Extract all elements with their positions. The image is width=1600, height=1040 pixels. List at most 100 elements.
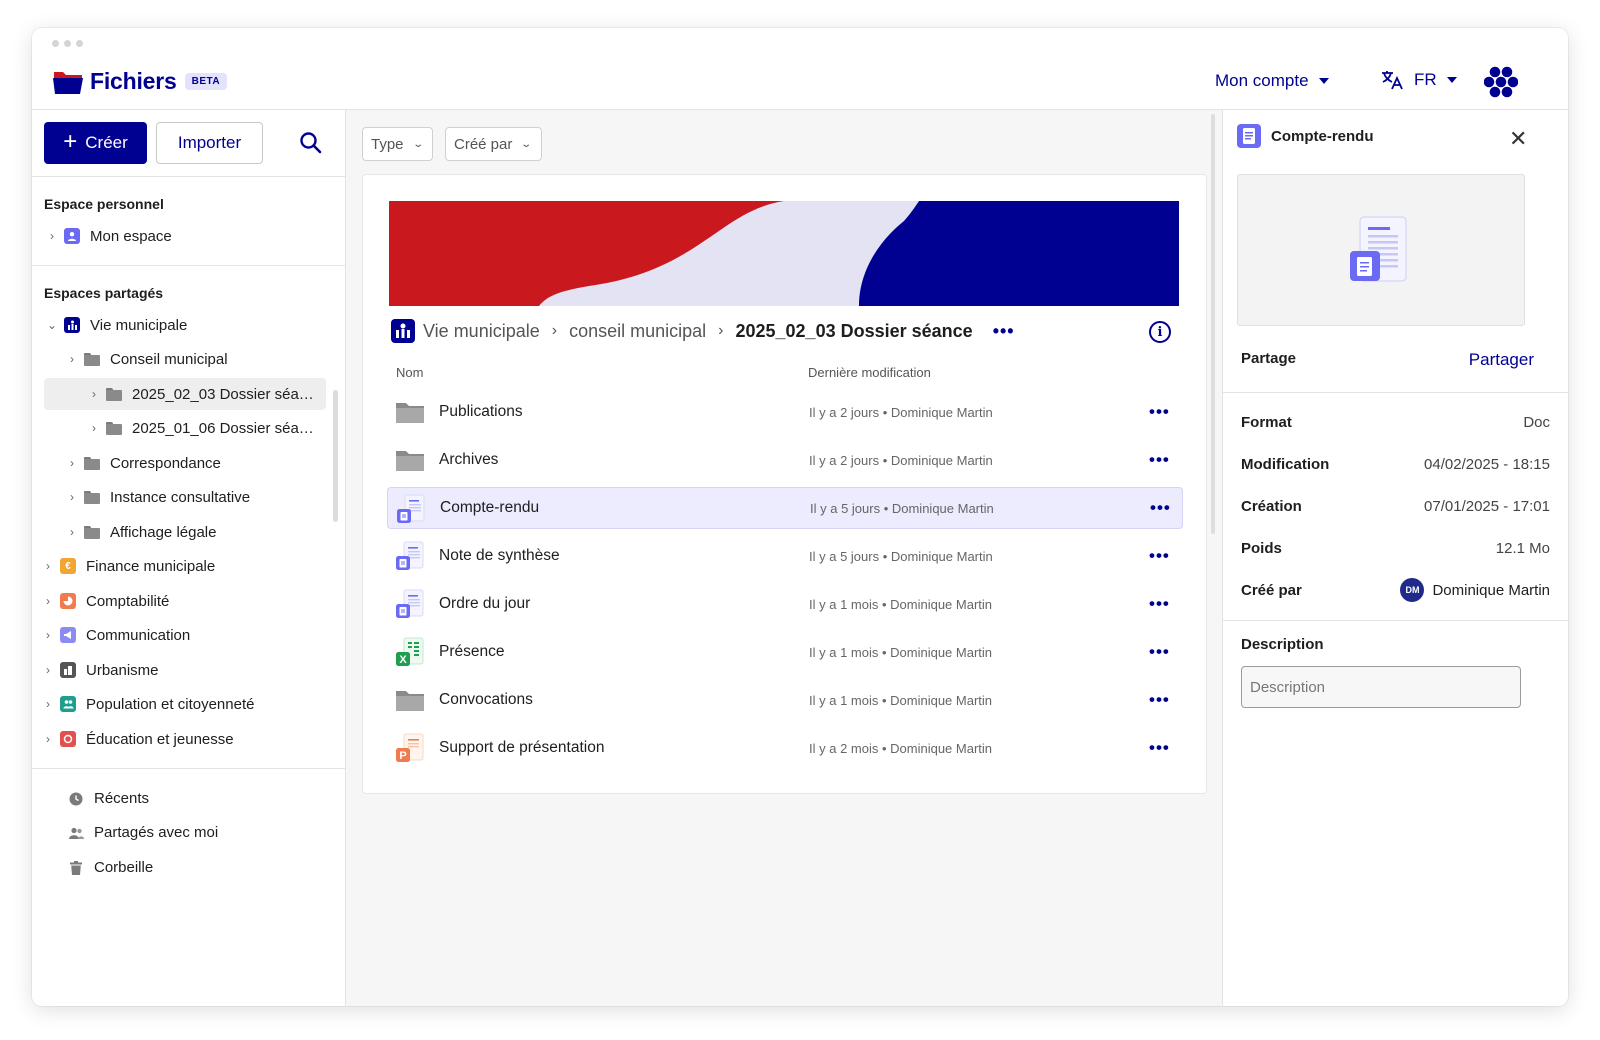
account-label: Mon compte	[1215, 71, 1309, 90]
sidebar-item-finance-municipale[interactable]: › € Finance municipale	[40, 550, 322, 582]
file-row[interactable]: X Présence Il y a 1 mois • Dominique Marti…	[387, 631, 1183, 673]
more-options-icon[interactable]: •••	[1149, 642, 1170, 662]
more-options-icon[interactable]: •••	[1149, 690, 1170, 710]
app-logo[interactable]: Fichiers BETA	[52, 68, 228, 95]
description-input[interactable]	[1241, 666, 1521, 708]
file-name: Note de synthèse	[439, 547, 560, 564]
chevron-right-icon[interactable]: ›	[40, 732, 56, 746]
nav-recents[interactable]: Récents	[68, 790, 149, 807]
sidebar-item-urbanisme[interactable]: › Urbanisme	[40, 654, 322, 686]
nav-trash[interactable]: Corbeille	[68, 859, 153, 876]
account-menu[interactable]: Mon compte	[1215, 71, 1329, 91]
sidebar-item-education[interactable]: › Éducation et jeunesse	[40, 723, 322, 755]
folder-icon	[84, 352, 100, 366]
more-options-icon[interactable]: •••	[1149, 402, 1170, 422]
created-by-name: Dominique Martin	[1432, 581, 1550, 599]
folder-logo-icon	[53, 71, 83, 94]
chevron-right-icon[interactable]: ›	[40, 594, 56, 608]
more-options-icon[interactable]: •••	[1149, 450, 1170, 470]
search-icon[interactable]	[298, 130, 324, 156]
sidebar-item-conseil-municipal[interactable]: › Conseil municipal	[44, 343, 326, 375]
sidebar-item-dossier-2025-02-03[interactable]: › 2025_02_03 Dossier séance	[44, 378, 326, 410]
nav-shared-with-me[interactable]: Partagés avec moi	[68, 824, 218, 841]
chevron-right-icon[interactable]: ›	[86, 421, 102, 435]
caret-down-icon	[1318, 78, 1329, 84]
file-preview	[1237, 174, 1525, 326]
translate-icon	[1382, 71, 1403, 90]
apps-grid-icon[interactable]	[1484, 66, 1518, 98]
sidebar-item-correspondance[interactable]: › Correspondance	[44, 447, 326, 479]
chevron-down-icon[interactable]: ⌄	[44, 318, 60, 332]
filter-type[interactable]: Type ⌄	[362, 127, 433, 161]
document-icon	[395, 541, 425, 571]
sidebar-item-population[interactable]: › Population et citoyenneté	[40, 688, 322, 720]
more-options-icon[interactable]: •••	[1149, 546, 1170, 566]
file-name: Présence	[439, 643, 505, 660]
filter-created-by[interactable]: Créé par ⌄	[445, 127, 542, 161]
file-name: Archives	[439, 451, 499, 468]
more-options-icon[interactable]: •••	[993, 321, 1015, 342]
file-row[interactable]: Archives Il y a 2 jours • Dominique Marti…	[387, 439, 1183, 481]
breadcrumb-item[interactable]: conseil municipal	[569, 321, 706, 342]
file-row[interactable]: P Support de présentation Il y a 2 mois • …	[387, 727, 1183, 769]
sidebar-item-instance-consultative[interactable]: › Instance consultative	[44, 481, 326, 513]
chevron-right-icon[interactable]: ›	[40, 663, 56, 677]
chevron-right-icon[interactable]: ›	[44, 229, 60, 243]
sidebar-item-affichage-legale[interactable]: › Affichage légale	[44, 516, 326, 548]
create-button[interactable]: + Créer	[44, 122, 147, 164]
nav-label: Récents	[94, 790, 150, 807]
column-header-name[interactable]: Nom	[396, 365, 423, 380]
sidebar-item-mon-espace[interactable]: › Mon espace	[44, 220, 326, 252]
more-options-icon[interactable]: •••	[1149, 594, 1170, 614]
info-icon[interactable]: i	[1149, 321, 1171, 343]
main-scrollbar[interactable]	[1211, 114, 1215, 534]
file-row[interactable]: Ordre du jour Il y a 1 mois • Dominique M…	[387, 583, 1183, 625]
chevron-right-icon[interactable]: ›	[86, 387, 102, 401]
chevron-right-icon[interactable]: ›	[40, 628, 56, 642]
svg-text:P: P	[399, 750, 406, 762]
filter-label: Créé par	[454, 135, 513, 153]
file-modified: Il y a 1 mois • Dominique Martin	[809, 644, 993, 660]
chevron-right-icon[interactable]: ›	[40, 697, 56, 711]
file-row[interactable]: Note de synthèse Il y a 5 jours • Dominiq…	[387, 535, 1183, 577]
pie-chart-icon	[60, 593, 76, 609]
sidebar-scrollbar[interactable]	[333, 390, 338, 522]
more-options-icon[interactable]: •••	[1149, 738, 1170, 758]
chevron-right-icon[interactable]: ›	[64, 490, 80, 504]
close-icon[interactable]: ✕	[1509, 128, 1527, 150]
sidebar-item-label: Conseil municipal	[110, 350, 228, 368]
file-row[interactable]: Publications Il y a 2 jours • Dominique M…	[387, 391, 1183, 433]
folder-icon	[84, 490, 100, 504]
svg-text:X: X	[399, 654, 407, 666]
import-button[interactable]: Importer	[156, 122, 263, 164]
document-icon	[1237, 124, 1261, 148]
file-modified: Il y a 2 jours • Dominique Martin	[809, 404, 993, 420]
file-modified: Il y a 1 mois • Dominique Martin	[809, 596, 993, 612]
file-row[interactable]: Convocations Il y a 1 mois • Dominique Ma…	[387, 679, 1183, 721]
modification-value: 04/02/2025 - 18:15	[1424, 456, 1550, 473]
language-label: FR	[1414, 70, 1437, 89]
spreadsheet-icon: X	[395, 637, 425, 667]
nav-label: Corbeille	[94, 859, 154, 876]
breadcrumb-item[interactable]: Vie municipale	[423, 321, 540, 342]
chevron-right-icon[interactable]: ›	[64, 352, 80, 366]
language-menu[interactable]: FR	[1380, 69, 1457, 91]
sidebar-item-label: Urbanisme	[86, 661, 159, 679]
document-icon	[396, 494, 426, 524]
chevron-right-icon: ›	[718, 322, 724, 339]
details-title: Compte-rendu	[1271, 127, 1374, 145]
chevron-right-icon[interactable]: ›	[64, 456, 80, 470]
chevron-right-icon[interactable]: ›	[40, 559, 56, 573]
create-label: Créer	[85, 133, 128, 152]
sidebar-item-vie-municipale[interactable]: ⌄ Vie municipale	[44, 309, 326, 341]
sidebar-item-comptabilite[interactable]: › Comptabilité	[40, 585, 322, 617]
sidebar-item-communication[interactable]: › Communication	[40, 619, 322, 651]
column-header-modified[interactable]: Dernière modification	[808, 365, 931, 380]
chevron-right-icon[interactable]: ›	[64, 525, 80, 539]
size-label: Poids	[1241, 540, 1282, 557]
folder-icon	[84, 525, 100, 539]
file-row[interactable]: Compte-rendu Il y a 5 jours • Dominique M…	[387, 487, 1183, 529]
more-options-icon[interactable]: •••	[1150, 498, 1171, 518]
share-button[interactable]: Partager	[1469, 350, 1534, 370]
sidebar-item-dossier-2025-01-06[interactable]: › 2025_01_06 Dossier séance	[44, 412, 326, 444]
